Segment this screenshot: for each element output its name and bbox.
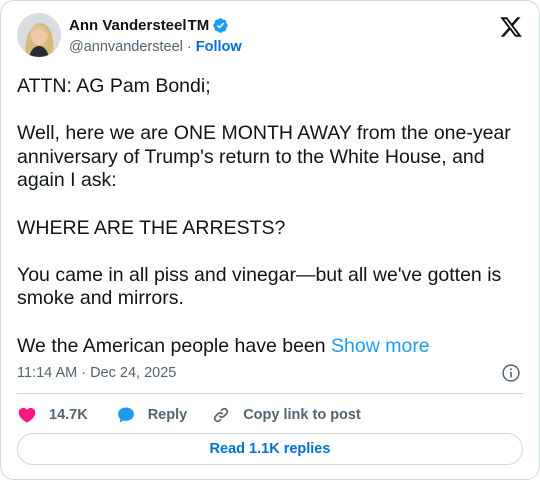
name-row: Ann Vandersteel TM	[69, 16, 242, 35]
reply-label: Reply	[147, 407, 188, 423]
reply-bubble-icon	[117, 407, 134, 423]
follow-button[interactable]: Follow	[196, 39, 242, 55]
tweet-paragraph: WHERE ARE THE ARRESTS?	[17, 216, 286, 239]
action-bar: 14.7K Reply Copy link to post	[17, 404, 361, 426]
divider	[17, 393, 523, 394]
trademark-mark: TM	[187, 17, 210, 34]
author-identity: Ann Vandersteel TM @annvandersteel · Fol…	[69, 16, 242, 56]
separator-dot: ·	[186, 38, 192, 55]
like-button[interactable]: 14.7K	[17, 405, 88, 425]
tweet-paragraph: Well, here we are ONE MONTH AWAY from th…	[17, 122, 511, 192]
info-icon[interactable]	[501, 363, 521, 383]
copy-link-button[interactable]: Copy link to post	[211, 405, 361, 425]
like-count: 14.7K	[49, 407, 88, 423]
x-logo-icon[interactable]	[499, 15, 523, 39]
verified-badge-icon	[213, 18, 228, 33]
tweet-truncated-text: We the American people have been	[17, 334, 326, 357]
avatar[interactable]	[17, 13, 61, 57]
author-handle[interactable]: @annvandersteel	[69, 39, 183, 55]
tweet-header: Ann Vandersteel TM @annvandersteel · Fol…	[17, 13, 523, 57]
tweet-text: ATTN: AG Pam Bondi; Well, here we are ON…	[17, 75, 525, 358]
read-replies-button[interactable]: Read 1.1K replies	[17, 433, 523, 465]
timestamp-row: 11:14 AM · Dec 24, 2025	[17, 363, 523, 383]
link-icon	[214, 407, 229, 423]
tweet-timestamp[interactable]: 11:14 AM · Dec 24, 2025	[17, 365, 176, 381]
read-replies-label: Read 1.1K replies	[209, 441, 331, 457]
tweet-card: Ann Vandersteel TM @annvandersteel · Fol…	[0, 0, 540, 480]
handle-row: @annvandersteel · Follow	[69, 37, 242, 56]
reply-button[interactable]: Reply	[116, 405, 188, 425]
tweet-paragraph-truncated: We the American people have been Show mo…	[17, 335, 525, 359]
show-more-link[interactable]: Show more	[331, 335, 430, 357]
display-name[interactable]: Ann Vandersteel	[69, 17, 187, 34]
heart-icon	[18, 407, 36, 423]
tweet-paragraph: ATTN: AG Pam Bondi;	[17, 75, 211, 97]
tweet-paragraph: You came in all piss and vinegar—but all…	[17, 263, 502, 310]
copy-link-label: Copy link to post	[243, 407, 361, 423]
avatar-image	[17, 13, 61, 57]
